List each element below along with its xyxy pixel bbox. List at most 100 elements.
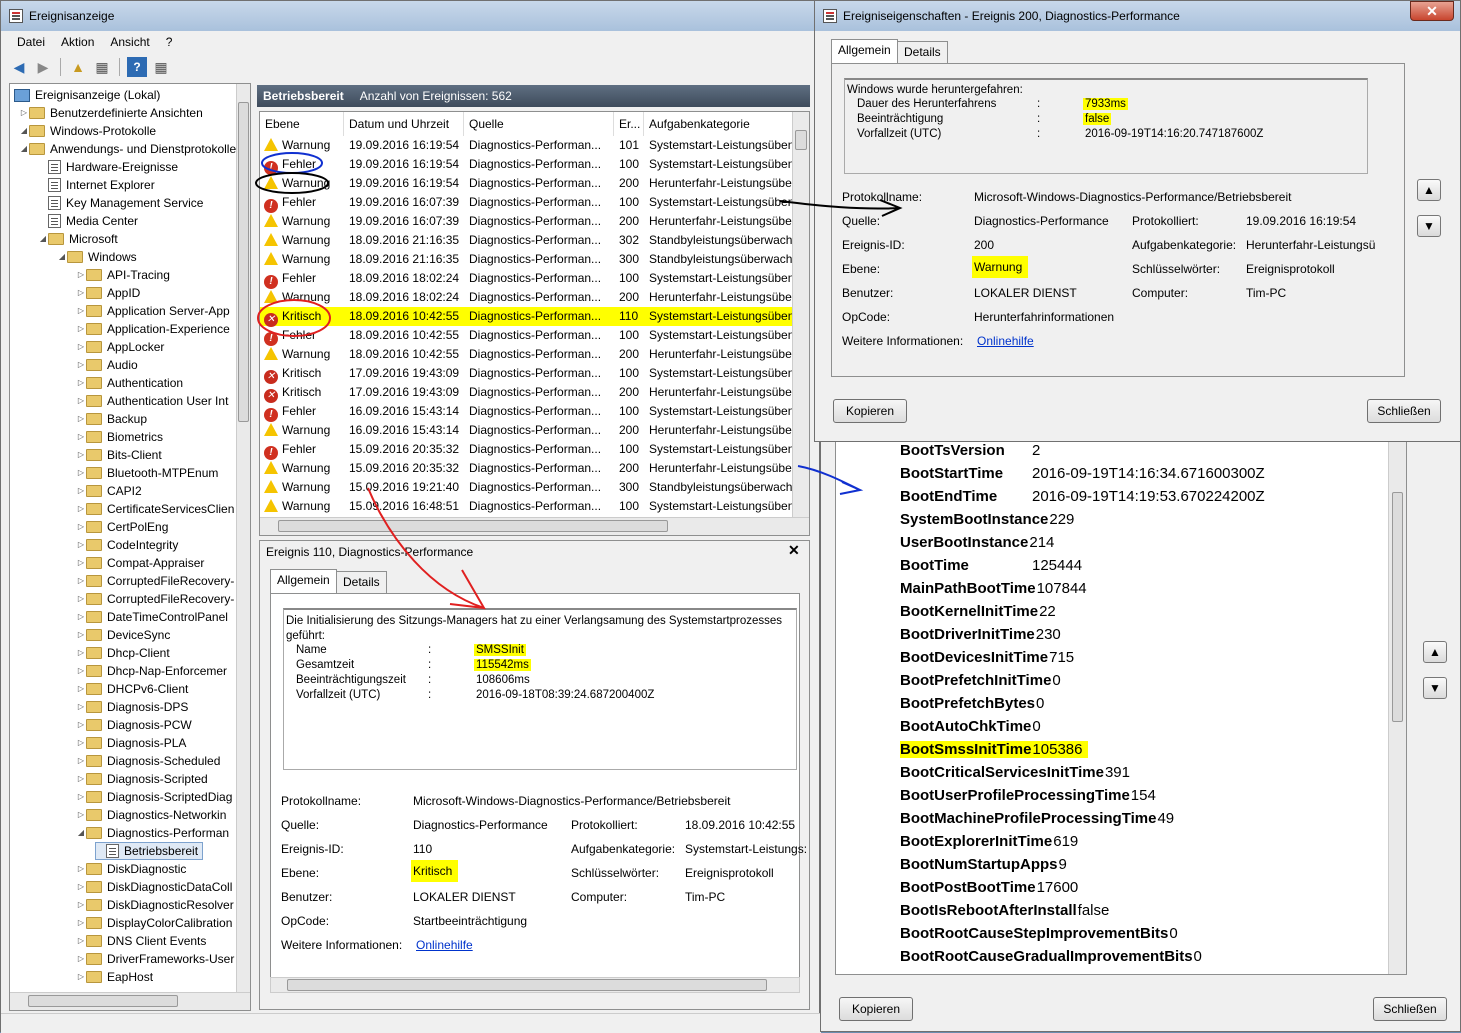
detail-close-icon[interactable]: ✕ bbox=[788, 542, 800, 559]
props-onlinehilfe-link[interactable]: Onlinehilfe bbox=[977, 334, 1034, 348]
collapsed-arrow-icon[interactable]: ▷ bbox=[76, 788, 86, 806]
menu-help[interactable]: ? bbox=[158, 33, 181, 51]
tree-root[interactable]: Ereignisanzeige (Lokal) bbox=[14, 86, 160, 104]
collapsed-arrow-icon[interactable]: ▷ bbox=[76, 734, 86, 752]
props-copy-button[interactable]: Kopieren bbox=[833, 399, 907, 423]
menu-ansicht[interactable]: Ansicht bbox=[102, 33, 157, 51]
tree-item[interactable]: ▷ Diagnosis-Scheduled bbox=[76, 752, 220, 770]
tree-item[interactable]: ▷ Diagnosis-PCW bbox=[76, 716, 192, 734]
tree-item[interactable]: ▷ Authentication bbox=[76, 374, 183, 392]
tree-item[interactable]: ▷ DriverFrameworks-User bbox=[76, 950, 234, 968]
event-row[interactable]: ! Fehler 18.09.2016 18:02:24 Diagnostics-Pe… bbox=[260, 269, 794, 289]
collapsed-arrow-icon[interactable]: ▷ bbox=[76, 500, 86, 518]
col-kategorie[interactable]: Aufgabenkategorie bbox=[644, 112, 794, 136]
tree-item[interactable]: ▷ Benutzerdefinierte Ansichten bbox=[19, 104, 203, 122]
events-hscroll-thumb[interactable] bbox=[278, 520, 668, 532]
tree-item[interactable]: ▷ Diagnosis-DPS bbox=[76, 698, 188, 716]
tree-item[interactable]: Media Center bbox=[38, 212, 138, 230]
tree-item[interactable]: ◢ Windows bbox=[57, 248, 137, 266]
collapsed-arrow-icon[interactable]: ▷ bbox=[76, 968, 86, 986]
collapsed-arrow-icon[interactable]: ▷ bbox=[76, 374, 86, 392]
tree-item[interactable]: ▷ Application-Experience bbox=[76, 320, 230, 338]
collapsed-arrow-icon[interactable]: ▷ bbox=[76, 338, 86, 356]
event-row[interactable]: Warnung 18.09.2016 18:02:24 Diagnostics-Pe… bbox=[260, 288, 794, 307]
tree-item[interactable]: ▷ Diagnosis-PLA bbox=[76, 734, 186, 752]
col-datum[interactable]: Datum und Uhrzeit bbox=[344, 112, 464, 136]
collapsed-arrow-icon[interactable]: ▷ bbox=[76, 860, 86, 878]
collapsed-arrow-icon[interactable]: ▷ bbox=[76, 896, 86, 914]
tree-item[interactable]: ▷ CorruptedFileRecovery- bbox=[76, 590, 234, 608]
collapsed-arrow-icon[interactable]: ▷ bbox=[76, 356, 86, 374]
menu-datei[interactable]: Datei bbox=[9, 33, 53, 51]
tree-item[interactable]: Hardware-Ereignisse bbox=[38, 158, 178, 176]
collapsed-arrow-icon[interactable]: ▷ bbox=[76, 572, 86, 590]
event-row[interactable]: Warnung 19.09.2016 16:19:54 Diagnostics-Pe… bbox=[260, 136, 794, 155]
collapsed-arrow-icon[interactable]: ▷ bbox=[76, 932, 86, 950]
tree-item[interactable]: ▷ Dhcp-Nap-Enforcemer bbox=[76, 662, 227, 680]
event-row[interactable]: Warnung 18.09.2016 21:16:35 Diagnostics-Pe… bbox=[260, 250, 794, 269]
collapsed-arrow-icon[interactable]: ▷ bbox=[76, 716, 86, 734]
event-row[interactable]: ! Fehler 18.09.2016 10:42:55 Diagnostics-Pe… bbox=[260, 326, 794, 346]
event-row[interactable]: ! Fehler 16.09.2016 15:43:14 Diagnostics-Pe… bbox=[260, 402, 794, 422]
tree-item[interactable]: ▷ DeviceSync bbox=[76, 626, 170, 644]
collapsed-arrow-icon[interactable]: ▷ bbox=[76, 302, 86, 320]
props-close-icon[interactable]: ✕ bbox=[1410, 1, 1454, 21]
expanded-arrow-icon[interactable]: ◢ bbox=[76, 824, 86, 842]
detail-tab-details[interactable]: Details bbox=[336, 571, 387, 593]
tree-item[interactable]: ◢ Microsoft bbox=[38, 230, 118, 248]
props-tab-details[interactable]: Details bbox=[897, 41, 948, 63]
event-row[interactable]: ✕ Kritisch 17.09.2016 19:43:09 Diagnostics-… bbox=[260, 364, 794, 384]
collapsed-arrow-icon[interactable]: ▷ bbox=[76, 392, 86, 410]
collapsed-arrow-icon[interactable]: ▷ bbox=[76, 806, 86, 824]
collapsed-arrow-icon[interactable]: ▷ bbox=[76, 284, 86, 302]
tree-item[interactable]: ◢ Anwendungs- und Dienstprotokolle bbox=[19, 140, 236, 158]
collapsed-arrow-icon[interactable]: ▷ bbox=[76, 428, 86, 446]
tree-item[interactable]: ▷ Compat-Appraiser bbox=[76, 554, 204, 572]
event-row[interactable]: ! Fehler 19.09.2016 16:19:54 Diagnostics-Pe… bbox=[260, 155, 794, 175]
tree-item[interactable]: ▷ CorruptedFileRecovery- bbox=[76, 572, 234, 590]
tree-hscrollbar[interactable] bbox=[10, 992, 250, 1010]
tree-item[interactable]: Key Management Service bbox=[38, 194, 203, 212]
event-row[interactable]: Warnung 18.09.2016 21:16:35 Diagnostics-Pe… bbox=[260, 231, 794, 250]
tree-item[interactable]: ▷ DiskDiagnosticResolver bbox=[76, 896, 234, 914]
tree-item[interactable]: ◢ Windows-Protokolle bbox=[19, 122, 156, 140]
event-row[interactable]: Warnung 15.09.2016 16:48:51 Diagnostics-Pe… bbox=[260, 497, 794, 516]
tree-item[interactable]: ▷ CertPolEng bbox=[76, 518, 168, 536]
help-icon[interactable]: ? bbox=[127, 57, 147, 77]
event-row[interactable]: Warnung 18.09.2016 10:42:55 Diagnostics-Pe… bbox=[260, 345, 794, 364]
tree-item[interactable]: ▷ Bits-Client bbox=[76, 446, 162, 464]
back-arrow-icon[interactable]: ◀ bbox=[9, 57, 29, 77]
boot-scroll-thumb[interactable] bbox=[1392, 492, 1403, 722]
tree-item[interactable]: ▷ Authentication User Int bbox=[76, 392, 228, 410]
tree-scroll-thumb[interactable] bbox=[238, 102, 249, 422]
tree-item[interactable]: ▷ DiskDiagnosticDataColl bbox=[76, 878, 232, 896]
collapsed-arrow-icon[interactable]: ▷ bbox=[76, 518, 86, 536]
boot-up-arrow-icon[interactable]: ▲ bbox=[1423, 641, 1447, 663]
props-up-arrow-icon[interactable]: ▲ bbox=[1417, 179, 1441, 201]
tree-item[interactable]: ▷ Dhcp-Client bbox=[76, 644, 170, 662]
tree-item[interactable]: ▷ AppLocker bbox=[76, 338, 164, 356]
tree-item[interactable]: ▷ Diagnosis-ScriptedDiag bbox=[76, 788, 232, 806]
tree-item[interactable]: ▷ Biometrics bbox=[76, 428, 163, 446]
collapsed-arrow-icon[interactable]: ▷ bbox=[76, 770, 86, 788]
tree-item[interactable]: ▷ DHCPv6-Client bbox=[76, 680, 188, 698]
tree-item[interactable]: ▷ Bluetooth-MTPEnum bbox=[76, 464, 218, 482]
tree-item[interactable]: ▷ DisplayColorCalibration bbox=[76, 914, 232, 932]
collapsed-arrow-icon[interactable]: ▷ bbox=[76, 482, 86, 500]
detail-hscroll-thumb[interactable] bbox=[287, 979, 767, 991]
tree-item[interactable]: ▷ Application Server-App bbox=[76, 302, 230, 320]
menu-aktion[interactable]: Aktion bbox=[53, 33, 102, 51]
show-hide-tree-icon[interactable]: ▦ bbox=[92, 57, 112, 77]
tree-item[interactable]: ▷ DateTimeControlPanel bbox=[76, 608, 228, 626]
collapsed-arrow-icon[interactable]: ▷ bbox=[76, 950, 86, 968]
tree-item[interactable]: Betriebsbereit bbox=[95, 842, 204, 860]
tree-hscroll-thumb[interactable] bbox=[28, 995, 178, 1007]
boot-down-arrow-icon[interactable]: ▼ bbox=[1423, 677, 1447, 699]
collapsed-arrow-icon[interactable]: ▷ bbox=[76, 446, 86, 464]
props-tab-allgemein[interactable]: Allgemein bbox=[831, 39, 898, 63]
expanded-arrow-icon[interactable]: ◢ bbox=[57, 248, 67, 266]
props-close-button[interactable]: Schließen bbox=[1367, 399, 1441, 423]
detail-onlinehilfe-link[interactable]: Onlinehilfe bbox=[416, 938, 473, 952]
event-row[interactable]: ✕ Kritisch 18.09.2016 10:42:55 Diagnostics-… bbox=[260, 307, 794, 327]
collapsed-arrow-icon[interactable]: ▷ bbox=[76, 266, 86, 284]
